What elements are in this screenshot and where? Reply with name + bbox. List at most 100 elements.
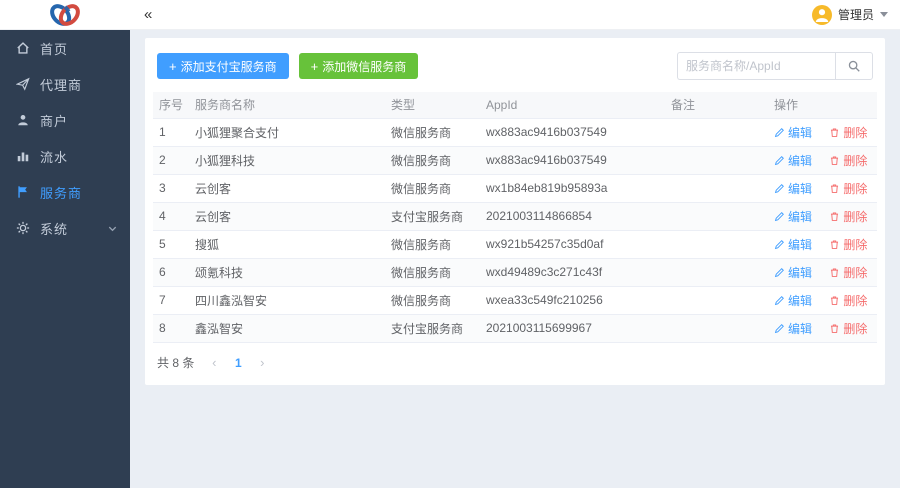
sidebar-item-label: 服务商 [40,185,83,201]
cell-name: 云创客 [189,174,385,203]
cell-type: 微信服务商 [385,230,480,259]
cell-actions: 编辑 删除 [768,230,877,259]
cell-remark [665,118,768,147]
cell-index: 4 [153,202,189,231]
trash-icon [831,323,839,333]
edit-button[interactable]: 编辑 [774,208,812,225]
table-row: 1 小狐狸聚合支付 微信服务商 wx883ac9416b037549 编辑 删除 [153,118,877,147]
cell-remark [665,286,768,315]
sidebar-item-label: 首页 [40,41,69,57]
cell-type: 微信服务商 [385,174,480,203]
delete-button[interactable]: 删除 [829,208,867,225]
pagination-next-button[interactable]: › [252,353,272,373]
edit-button[interactable]: 编辑 [774,264,812,281]
delete-label: 删除 [843,153,868,168]
edit-button[interactable]: 编辑 [774,152,812,169]
user-menu[interactable]: 管理员 [811,4,888,25]
sidebar-item-transactions[interactable]: 流水 [0,138,130,174]
edit-label: 编辑 [788,237,813,252]
edit-label: 编辑 [788,181,813,196]
cell-remark [665,174,768,203]
delete-button[interactable]: 删除 [829,152,867,169]
cell-name: 小狐狸科技 [189,146,385,175]
table-row: 7 四川鑫泓智安 微信服务商 wxea33c549fc210256 编辑 删除 [153,286,877,315]
cell-name: 搜狐 [189,230,385,259]
cell-appid: wxd49489c3c271c43f [480,258,665,287]
sidebar-item-home[interactable]: 首页 [0,30,130,66]
flag-icon [16,185,30,199]
cell-actions: 编辑 删除 [768,286,877,315]
col-header-appid: AppId [480,92,665,119]
chevron-down-icon [880,12,888,17]
pencil-icon [774,211,784,221]
cell-name: 小狐狸聚合支付 [189,118,385,147]
search-button[interactable] [835,52,873,80]
plus-icon: + [169,58,177,74]
sidebar-item-system[interactable]: 系统 [0,210,130,246]
sidebar-collapse-toggle[interactable]: « [144,7,152,22]
cell-appid: wx921b54257c35d0af [480,230,665,259]
cell-index: 7 [153,286,189,315]
delete-button[interactable]: 删除 [829,264,867,281]
edit-button[interactable]: 编辑 [774,124,812,141]
pencil-icon [774,295,784,305]
sidebar-item-label: 流水 [40,149,69,165]
add-wechat-provider-button[interactable]: + 添加微信服务商 [298,53,419,79]
sidebar-item-label: 系统 [40,221,69,237]
delete-button[interactable]: 删除 [829,320,867,337]
edit-label: 编辑 [788,265,813,280]
cell-appid: 2021003114866854 [480,202,665,231]
delete-label: 删除 [843,293,868,308]
trash-icon [831,295,839,305]
delete-button[interactable]: 删除 [829,236,867,253]
cell-index: 1 [153,118,189,147]
edit-button[interactable]: 编辑 [774,180,812,197]
pencil-icon [774,127,784,137]
sidebar-item-service-providers[interactable]: 服务商 [0,174,130,210]
cell-type: 支付宝服务商 [385,314,480,343]
cell-type: 微信服务商 [385,118,480,147]
content-card: + 添加支付宝服务商 + 添加微信服务商 序号 服务商名称 类型 [145,38,885,385]
plus-icon: + [310,58,319,74]
col-header-actions: 操作 [768,92,877,119]
pagination-page-1[interactable]: 1 [228,353,248,373]
cell-actions: 编辑 删除 [768,258,877,287]
send-icon [16,77,30,91]
cell-actions: 编辑 删除 [768,146,877,175]
col-header-remark: 备注 [665,92,768,119]
cell-actions: 编辑 删除 [768,314,877,343]
delete-button[interactable]: 删除 [829,180,867,197]
button-label: 添加支付宝服务商 [180,59,277,74]
delete-label: 删除 [843,321,868,336]
edit-button[interactable]: 编辑 [774,320,812,337]
edit-label: 编辑 [788,293,813,308]
app-logo [0,1,130,29]
col-header-type: 类型 [385,92,480,119]
chevron-down-icon [107,223,118,234]
sidebar-item-agents[interactable]: 代理商 [0,66,130,102]
search-input[interactable] [677,52,835,80]
sidebar-item-merchants[interactable]: 商户 [0,102,130,138]
cell-name: 鑫泓智安 [189,314,385,343]
trash-icon [831,155,839,165]
main-content: + 添加支付宝服务商 + 添加微信服务商 序号 服务商名称 类型 [130,30,900,488]
edit-button[interactable]: 编辑 [774,292,812,309]
topbar: « 管理员 [0,0,900,30]
delete-button[interactable]: 删除 [829,124,867,141]
providers-table: 序号 服务商名称 类型 AppId 备注 操作 1 小狐狸聚合支付 微信服务商 … [153,92,877,343]
table-row: 8 鑫泓智安 支付宝服务商 2021003115699967 编辑 删除 [153,314,877,343]
col-header-index: 序号 [153,92,189,119]
cell-index: 8 [153,314,189,343]
pagination-prev-button[interactable]: ‹ [204,353,224,373]
cell-remark [665,314,768,343]
edit-button[interactable]: 编辑 [774,236,812,253]
add-alipay-provider-button[interactable]: + 添加支付宝服务商 [157,53,289,79]
cell-index: 5 [153,230,189,259]
trash-icon [831,183,839,193]
cell-appid: wxea33c549fc210256 [480,286,665,315]
cell-remark [665,258,768,287]
cell-actions: 编辑 删除 [768,174,877,203]
cell-name: 颂氪科技 [189,258,385,287]
delete-label: 删除 [843,181,868,196]
delete-button[interactable]: 删除 [829,292,867,309]
